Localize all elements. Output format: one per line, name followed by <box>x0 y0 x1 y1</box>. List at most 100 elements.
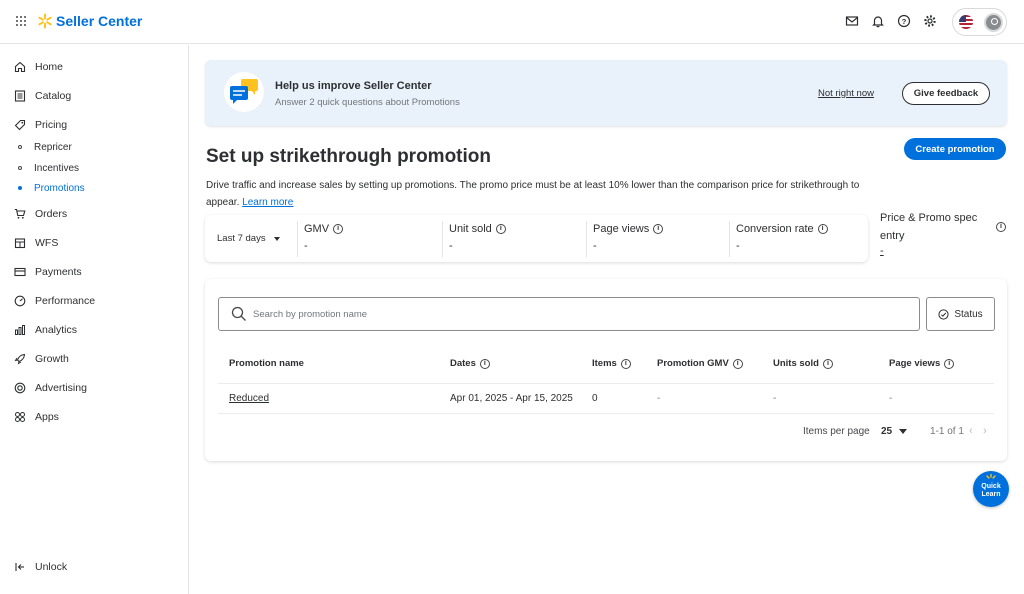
help-icon[interactable]: ? <box>897 14 911 28</box>
status-label: Status <box>954 308 983 320</box>
info-icon[interactable]: i <box>620 358 631 369</box>
sidebar-item-analytics[interactable]: Analytics <box>14 320 77 340</box>
sidebar-item-catalog[interactable]: Catalog <box>14 86 71 106</box>
bullet-icon <box>18 166 22 170</box>
spark-icon <box>986 474 996 479</box>
feedback-banner: Help us improve Seller Center Answer 2 q… <box>205 60 1007 126</box>
sidebar-item-advertising[interactable]: Advertising <box>14 378 87 398</box>
info-icon[interactable]: i <box>817 224 828 234</box>
row-page-views: - <box>889 393 893 404</box>
promotion-name-link[interactable]: Reduced <box>229 393 269 404</box>
metric-value: - <box>449 240 453 252</box>
info-icon[interactable]: i <box>996 222 1006 232</box>
status-filter-button[interactable]: Status <box>926 297 995 331</box>
info-icon[interactable]: i <box>333 224 344 234</box>
sidebar-subitem-label: Repricer <box>34 141 72 153</box>
rocket-icon <box>14 353 26 365</box>
card-icon <box>14 267 26 277</box>
pagination-range: 1-1 of 1 <box>930 426 964 437</box>
info-icon[interactable]: i <box>944 358 955 369</box>
check-circle-icon <box>938 308 949 320</box>
bullet-icon <box>18 145 22 149</box>
metric-value: - <box>593 240 597 252</box>
sidebar-item-label: Apps <box>35 411 59 423</box>
prev-page-icon[interactable]: ‹ <box>969 425 973 437</box>
gear-icon[interactable] <box>923 14 937 28</box>
sidebar-item-label: Performance <box>35 295 96 307</box>
info-icon[interactable]: i <box>653 224 664 234</box>
spec-value[interactable]: - <box>880 245 1008 257</box>
next-page-icon[interactable]: › <box>983 425 987 437</box>
page-description: Drive traffic and increase sales by sett… <box>206 177 866 211</box>
search-icon <box>231 306 246 321</box>
metrics-bar: Last 7 days GMV i - Unit sold i - Page vie… <box>205 215 868 262</box>
bell-icon[interactable] <box>871 14 885 28</box>
metric-label: GMV <box>304 223 330 235</box>
gauge-icon <box>14 295 26 307</box>
metric-label: Conversion rate <box>736 223 814 235</box>
quick-learn-button[interactable]: Quick Learn <box>973 471 1009 507</box>
app-name[interactable]: Seller Center <box>56 13 142 29</box>
info-icon[interactable]: i <box>495 224 506 234</box>
sidebar-item-payments[interactable]: Payments <box>14 262 82 282</box>
sidebar-item-label: Advertising <box>35 382 87 394</box>
apps-grid-icon[interactable] <box>16 16 27 27</box>
walmart-spark-icon <box>38 13 52 29</box>
sidebar-item-label: Pricing <box>35 119 68 131</box>
sidebar-item-label: Payments <box>35 266 82 278</box>
svg-text:?: ? <box>902 17 907 26</box>
column-header-dates: Dates i <box>450 358 490 369</box>
sidebar-subitem-incentives[interactable]: Incentives <box>18 160 79 176</box>
mail-icon[interactable] <box>845 14 859 28</box>
metric-unit-sold: Unit sold i - <box>442 221 586 257</box>
divider <box>218 383 994 384</box>
sidebar-item-label: Growth <box>35 353 69 365</box>
page-size-value: 25 <box>881 426 893 437</box>
sidebar-item-home[interactable]: Home <box>14 57 63 77</box>
metric-value: - <box>736 240 740 252</box>
metric-value: - <box>304 240 308 252</box>
info-icon[interactable]: i <box>732 358 743 369</box>
sidebar-subitem-repricer[interactable]: Repricer <box>18 139 72 155</box>
account-menu[interactable] <box>952 8 1007 36</box>
metric-conversion-rate: Conversion rate i - <box>729 221 867 257</box>
metric-gmv: GMV i - <box>297 221 441 257</box>
sidebar-unlock[interactable]: Unlock <box>14 557 67 577</box>
column-header-promotion-gmv: Promotion GMV i <box>657 358 743 369</box>
sidebar-item-wfs[interactable]: WFS <box>14 233 58 253</box>
caret-down-icon <box>273 236 280 241</box>
not-right-now-link[interactable]: Not right now <box>818 88 874 99</box>
give-feedback-button[interactable]: Give feedback <box>902 82 990 105</box>
row-units-sold: - <box>773 393 777 404</box>
sidebar-item-label: Unlock <box>35 561 68 573</box>
description-text: Drive traffic and increase sales by sett… <box>206 180 860 208</box>
metric-label: Page views <box>593 223 650 235</box>
sidebar-item-label: Home <box>35 61 64 73</box>
cart-icon <box>14 208 26 219</box>
sidebar-item-apps[interactable]: Apps <box>14 407 59 427</box>
page-title: Set up strikethrough promotion <box>206 146 491 167</box>
items-per-page-select[interactable]: 25 <box>881 426 908 437</box>
info-icon[interactable]: i <box>822 358 833 369</box>
info-icon[interactable]: i <box>479 358 490 369</box>
sidebar-subitem-label: Incentives <box>34 162 80 174</box>
chat-bubbles-icon <box>224 72 264 112</box>
search-input[interactable] <box>253 308 893 320</box>
learn-more-link[interactable]: Learn more <box>242 197 293 208</box>
metric-page-views: Page views i - <box>586 221 730 257</box>
sidebar-item-pricing[interactable]: Pricing <box>14 115 67 135</box>
period-dropdown[interactable]: Last 7 days <box>217 233 280 244</box>
home-icon <box>14 61 26 73</box>
divider <box>218 413 994 414</box>
column-header-page-views: Page views i <box>889 358 955 369</box>
sidebar-item-growth[interactable]: Growth <box>14 349 69 369</box>
sidebar-item-orders[interactable]: Orders <box>14 204 67 224</box>
sidebar-subitem-promotions[interactable]: Promotions <box>18 180 85 196</box>
sidebar-item-performance[interactable]: Performance <box>14 291 95 311</box>
sidebar-item-label: WFS <box>35 237 59 249</box>
banner-subtitle: Answer 2 quick questions about Promotion… <box>275 97 460 108</box>
create-promotion-button[interactable]: Create promotion <box>904 138 1006 160</box>
sidebar-subitem-label: Promotions <box>34 182 85 194</box>
row-dates: Apr 01, 2025 - Apr 15, 2025 <box>450 393 573 404</box>
catalog-icon <box>14 90 26 102</box>
